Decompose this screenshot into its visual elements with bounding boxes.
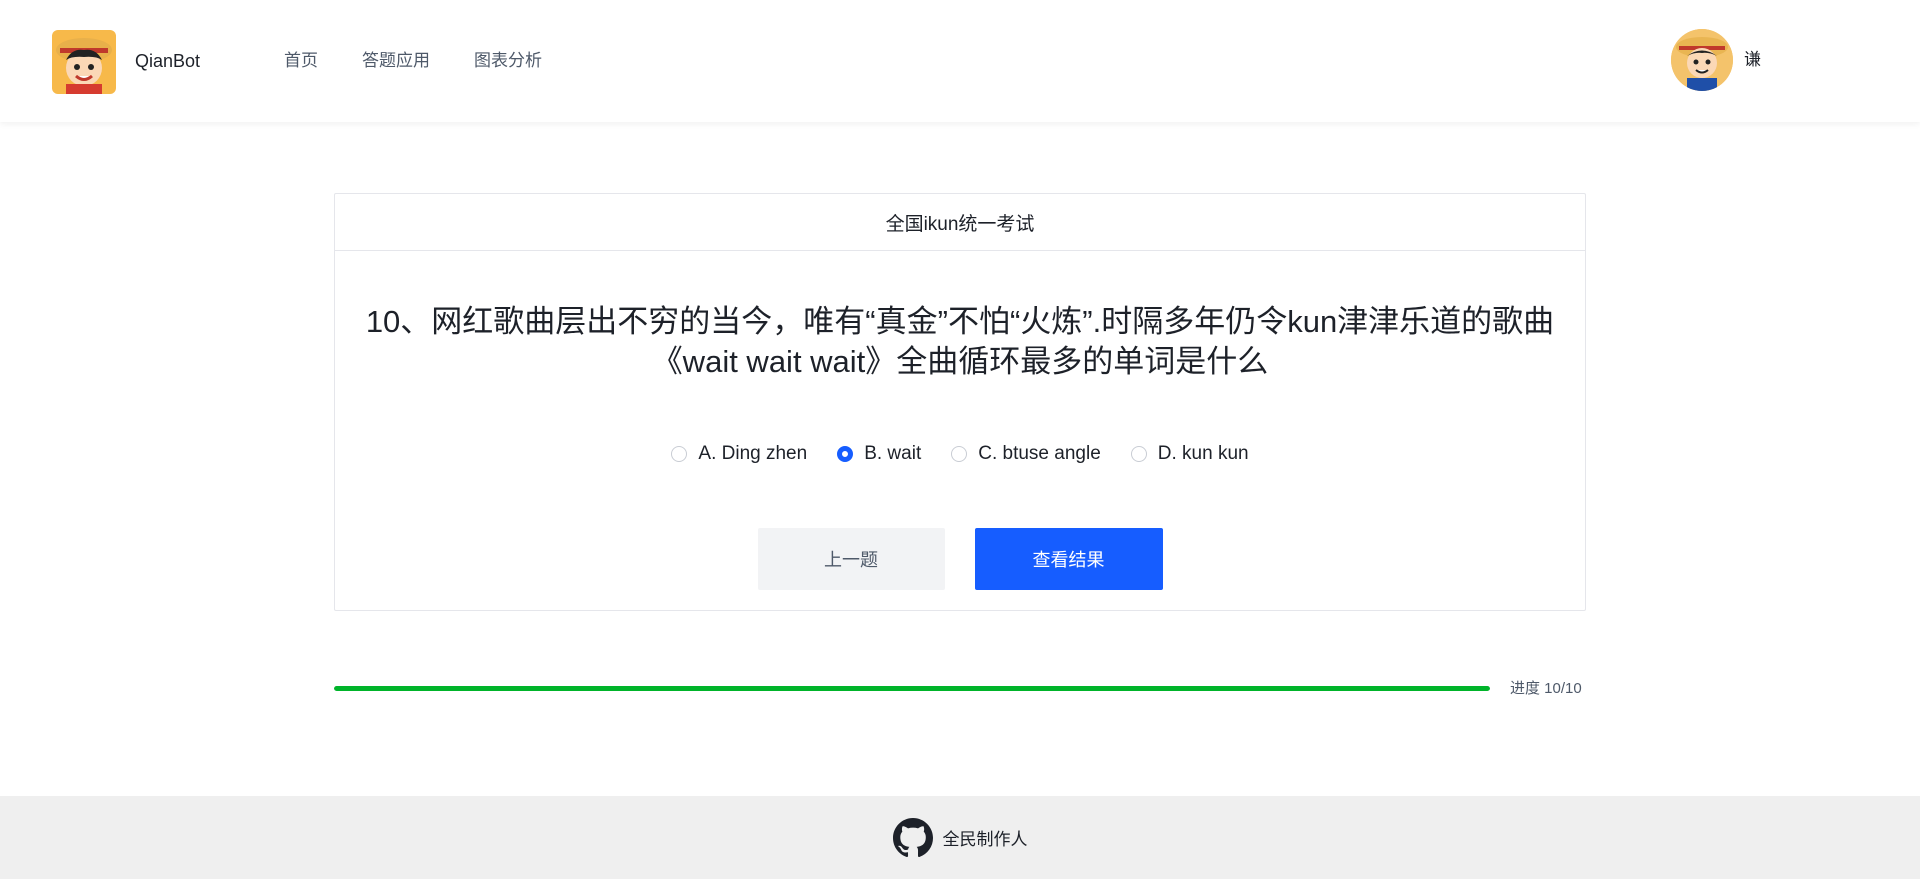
username[interactable]: 谦: [1744, 49, 1761, 71]
radio-option-a[interactable]: [671, 446, 688, 462]
footer-text: 全民制作人: [942, 830, 1028, 849]
nav-item-chart-analysis[interactable]: 图表分析: [452, 50, 564, 72]
view-result-button[interactable]: 查看结果: [974, 528, 1163, 590]
progress-bar-fill: [334, 686, 1490, 691]
action-buttons: 上一题 查看结果: [335, 528, 1585, 590]
nav-item-home[interactable]: 首页: [262, 50, 340, 72]
exam-title: 全国ikun统一考试: [335, 194, 1585, 251]
option-c[interactable]: C. btuse angle: [951, 442, 1101, 466]
option-b-label: B. wait: [864, 443, 922, 464]
option-b[interactable]: B. wait: [837, 442, 921, 466]
progress-label: 进度 10/10: [1510, 680, 1582, 697]
option-d[interactable]: D. kun kun: [1130, 442, 1249, 466]
exam-card: 全国ikun统一考试 10、网红歌曲层出不穷的当今，唯有“真金”不怕“火炼”.时…: [334, 193, 1586, 611]
user-avatar-icon[interactable]: [1671, 29, 1733, 91]
luffy-logo-icon[interactable]: [52, 30, 116, 94]
top-navbar: QianBot 首页 答题应用 图表分析 谦: [0, 0, 1920, 122]
option-c-label: C. btuse angle: [978, 443, 1101, 464]
option-a[interactable]: A. Ding zhen: [671, 442, 807, 466]
previous-question-button[interactable]: 上一题: [757, 528, 945, 590]
main-nav: 首页 答题应用 图表分析: [262, 50, 564, 72]
option-d-label: D. kun kun: [1157, 443, 1249, 464]
answer-options: A. Ding zhen B. wait C. btuse angle D. k…: [335, 442, 1585, 466]
progress-bar: [334, 686, 1490, 691]
radio-option-d[interactable]: [1130, 446, 1147, 462]
question-text: 10、网红歌曲层出不穷的当今，唯有“真金”不怕“火炼”.时隔多年仍令kun津津乐…: [365, 304, 1555, 379]
footer: 全民制作人: [0, 796, 1920, 879]
nav-item-quiz-apps[interactable]: 答题应用: [340, 50, 452, 72]
github-icon[interactable]: [892, 817, 933, 858]
brand-name[interactable]: QianBot: [135, 50, 200, 72]
radio-option-c[interactable]: [951, 446, 968, 462]
radio-option-b[interactable]: [837, 446, 854, 462]
option-a-label: A. Ding zhen: [698, 443, 808, 464]
